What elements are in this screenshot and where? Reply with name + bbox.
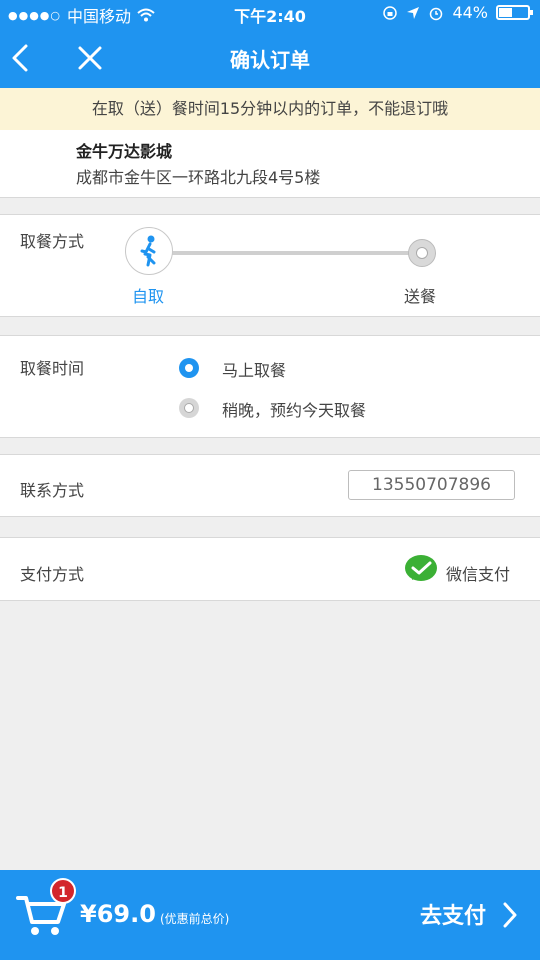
- price-note: (优惠前总价): [160, 912, 230, 926]
- payment-section[interactable]: 支付方式 微信支付: [0, 537, 540, 601]
- pickup-time-section: 取餐时间 马上取餐 稍晚，预约今天取餐: [0, 335, 540, 438]
- chevron-right-icon[interactable]: [500, 900, 520, 930]
- store-address: 成都市金牛区一环路北九段4号5楼: [76, 168, 321, 187]
- pickup-slider-track[interactable]: [160, 251, 422, 255]
- pickup-later-label[interactable]: 稍晚，预约今天取餐: [222, 397, 366, 421]
- contact-label: 联系方式: [20, 481, 85, 500]
- status-bar: ●●●●○ 中国移动 下午2:40 44%: [0, 0, 540, 26]
- pickup-time-label: 取餐时间: [20, 359, 85, 378]
- store-name: 金牛万达影城: [76, 142, 173, 161]
- contact-section: 联系方式 13550707896: [0, 454, 540, 517]
- delivery-slider-stop[interactable]: [408, 239, 436, 267]
- payment-method: 微信支付: [446, 565, 511, 584]
- store-info: 金牛万达影城 成都市金牛区一环路北九段4号5楼: [0, 130, 540, 198]
- location-icon: [407, 6, 420, 19]
- pickup-option-self[interactable]: 自取: [132, 283, 164, 307]
- pickup-now-label[interactable]: 马上取餐: [222, 357, 286, 381]
- pickup-method-section: 取餐方式 自取 送餐: [0, 214, 540, 317]
- payment-label: 支付方式: [20, 565, 85, 584]
- pickup-method-label: 取餐方式: [20, 232, 85, 251]
- checkout-bar: 1 ¥69.0 (优惠前总价) 去支付: [0, 870, 540, 960]
- total-price: ¥69.0: [80, 900, 156, 928]
- pay-button[interactable]: 去支付: [420, 898, 486, 930]
- page-title: 确认订单: [230, 48, 310, 72]
- rotation-lock-icon: [383, 5, 398, 20]
- nav-bar: 确认订单: [0, 30, 540, 86]
- walking-person-icon: [140, 235, 156, 267]
- radio-pickup-now[interactable]: [179, 358, 199, 378]
- pickup-option-delivery[interactable]: 送餐: [404, 283, 436, 307]
- cart-count-badge: 1: [50, 878, 76, 904]
- pickup-slider-knob[interactable]: [125, 227, 173, 275]
- wechat-pay-icon: [405, 555, 437, 581]
- battery-percent: 44%: [452, 3, 488, 22]
- alarm-icon: [430, 7, 443, 20]
- battery-icon: [496, 5, 533, 20]
- top-bar: ●●●●○ 中国移动 下午2:40 44% 确认订单: [0, 0, 540, 88]
- phone-input[interactable]: 13550707896: [348, 470, 515, 500]
- radio-pickup-later[interactable]: [179, 398, 199, 418]
- refund-notice: 在取（送）餐时间15分钟以内的订单，不能退订哦: [0, 88, 540, 130]
